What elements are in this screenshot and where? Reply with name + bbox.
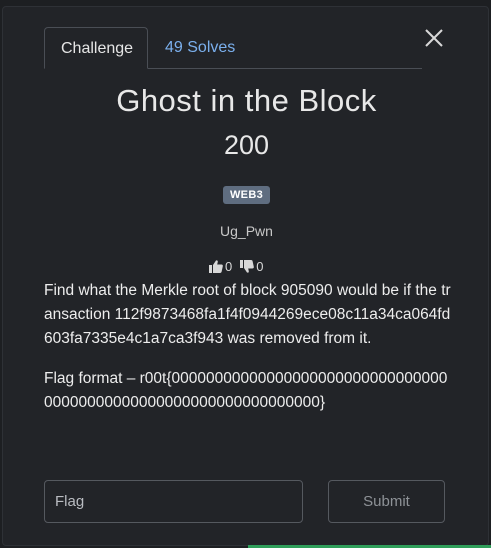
challenge-title: Ghost in the Block — [116, 83, 377, 118]
tab-challenge[interactable]: Challenge — [44, 27, 148, 69]
tab-solves[interactable]: 49 Solves — [149, 27, 251, 68]
close-button[interactable] — [423, 27, 445, 49]
challenge-points: 200 — [223, 130, 270, 160]
flag-format-text: Flag format – r00t{000000000000000000000… — [44, 370, 448, 411]
category-tag: WEB3 — [223, 186, 270, 204]
modal-tabs: Challenge 49 Solves — [44, 27, 422, 69]
tag-container: WEB3 — [3, 185, 490, 204]
vote-bar: 0 0 — [209, 259, 263, 274]
challenge-modal: Challenge 49 Solves Ghost in the Block 2… — [2, 6, 489, 546]
flag-input[interactable] — [44, 480, 303, 523]
close-icon — [425, 29, 443, 47]
upvote-count: 0 — [225, 259, 233, 274]
challenge-description: Find what the Merkle root of block 90509… — [44, 279, 454, 431]
upvote-button[interactable]: 0 — [209, 259, 232, 274]
challenge-author: Ug_Pwn — [220, 223, 273, 239]
downvote-count: 0 — [256, 259, 264, 274]
description-text: Find what the Merkle root of block 90509… — [44, 282, 451, 347]
thumbs-down-icon — [240, 260, 255, 273]
submit-button[interactable]: Submit — [328, 480, 445, 523]
downvote-button[interactable]: 0 — [240, 259, 263, 274]
thumbs-up-icon — [209, 260, 223, 273]
